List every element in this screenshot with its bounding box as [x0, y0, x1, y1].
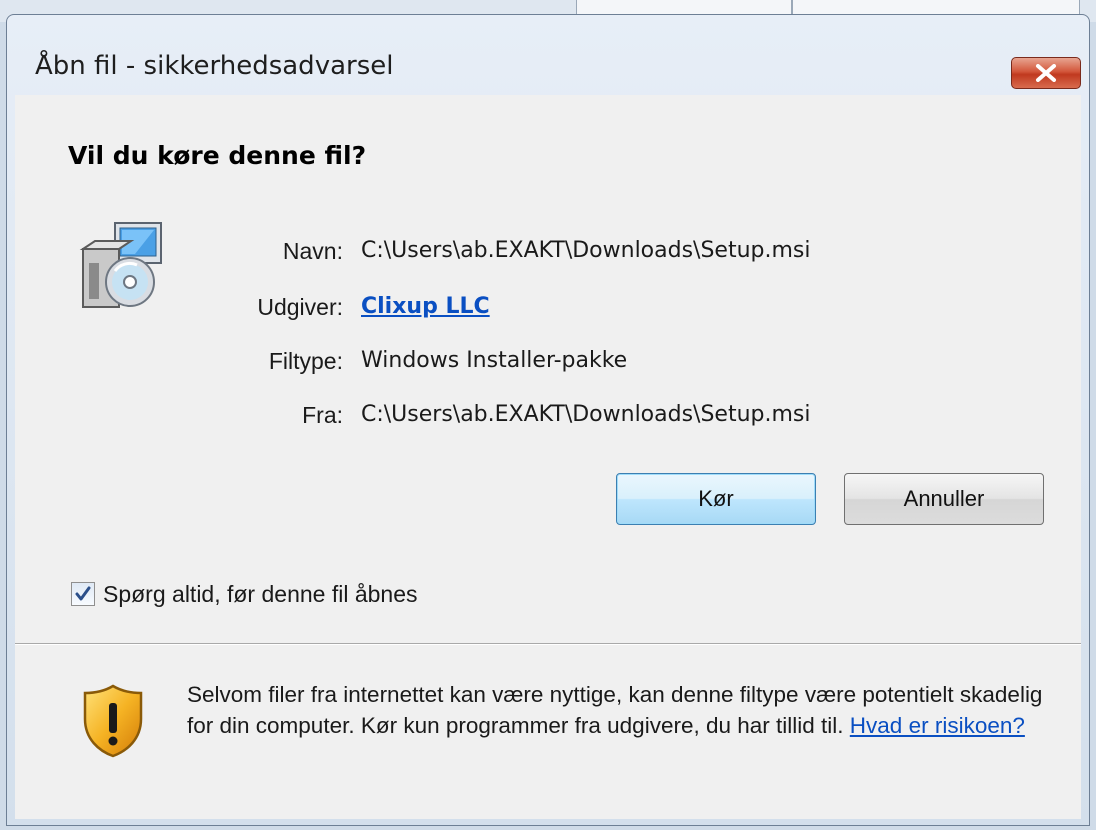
always-ask-label: Spørg altid, før denne fil åbnes: [103, 580, 418, 607]
checkmark-icon: [75, 586, 91, 601]
risk-link[interactable]: Hvad er risikoen?: [850, 713, 1025, 738]
name-label: Navn:: [282, 238, 343, 264]
run-button[interactable]: Kør: [616, 473, 816, 525]
title-bar: Åbn fil - sikkerhedsadvarsel: [7, 15, 1089, 93]
security-warning-dialog: Åbn fil - sikkerhedsadvarsel Vil du køre…: [6, 14, 1090, 826]
warning-shield-icon: [83, 684, 143, 758]
from-label: Fra:: [302, 402, 343, 428]
always-ask-option[interactable]: Spørg altid, før denne fil åbnes: [71, 579, 418, 609]
from-value: C:\Users\ab.EXAKT\Downloads\Setup.msi: [361, 402, 811, 427]
dialog-title: Åbn fil - sikkerhedsadvarsel: [35, 51, 394, 81]
warning-text: Selvom filer fra internettet kan være ny…: [187, 679, 1067, 741]
always-ask-checkbox[interactable]: [71, 582, 95, 606]
name-value: C:\Users\ab.EXAKT\Downloads\Setup.msi: [361, 238, 811, 263]
background-cell: [576, 0, 792, 15]
close-button[interactable]: [1011, 57, 1081, 89]
publisher-link[interactable]: Clixup LLC: [361, 294, 490, 319]
installer-package-icon: [79, 222, 162, 308]
filetype-label: Filtype:: [268, 348, 343, 374]
filetype-value: Windows Installer-pakke: [361, 348, 628, 373]
warning-footer: Selvom filer fra internettet kan være ny…: [15, 645, 1081, 819]
dialog-heading: Vil du køre denne fil?: [68, 141, 367, 170]
dialog-content: Vil du køre denne fil? Navn: C:\Users\ab…: [15, 95, 1081, 645]
cancel-button[interactable]: Annuller: [844, 473, 1044, 525]
background-cell: [792, 0, 1080, 15]
close-icon: [1036, 64, 1056, 82]
publisher-label: Udgiver:: [257, 294, 343, 320]
